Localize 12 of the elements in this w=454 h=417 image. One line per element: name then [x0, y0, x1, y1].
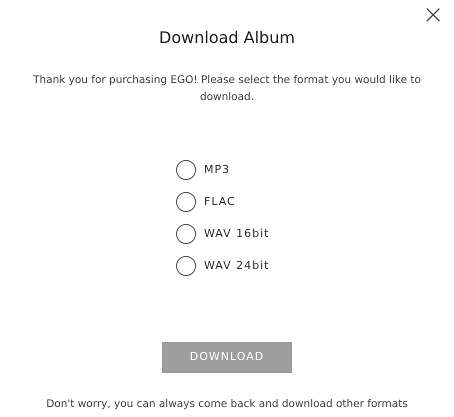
- radio-button[interactable]: [176, 224, 196, 244]
- dialog-title: Download Album: [159, 27, 295, 49]
- format-label: WAV 24bit: [204, 258, 270, 274]
- close-button[interactable]: ×: [422, 2, 444, 28]
- format-label: MP3: [204, 162, 230, 178]
- message-text: Thank you for purchasing EGO! Please select the format you would like to download.: [32, 73, 422, 105]
- format-label: FLAC: [204, 194, 236, 210]
- footer-text: Don't worry, you can always come back and download other formats: [46, 397, 408, 412]
- radio-button[interactable]: [176, 256, 196, 276]
- radio-button[interactable]: [176, 192, 196, 212]
- format-label: WAV 16bit: [204, 226, 270, 242]
- radio-button[interactable]: [176, 160, 196, 180]
